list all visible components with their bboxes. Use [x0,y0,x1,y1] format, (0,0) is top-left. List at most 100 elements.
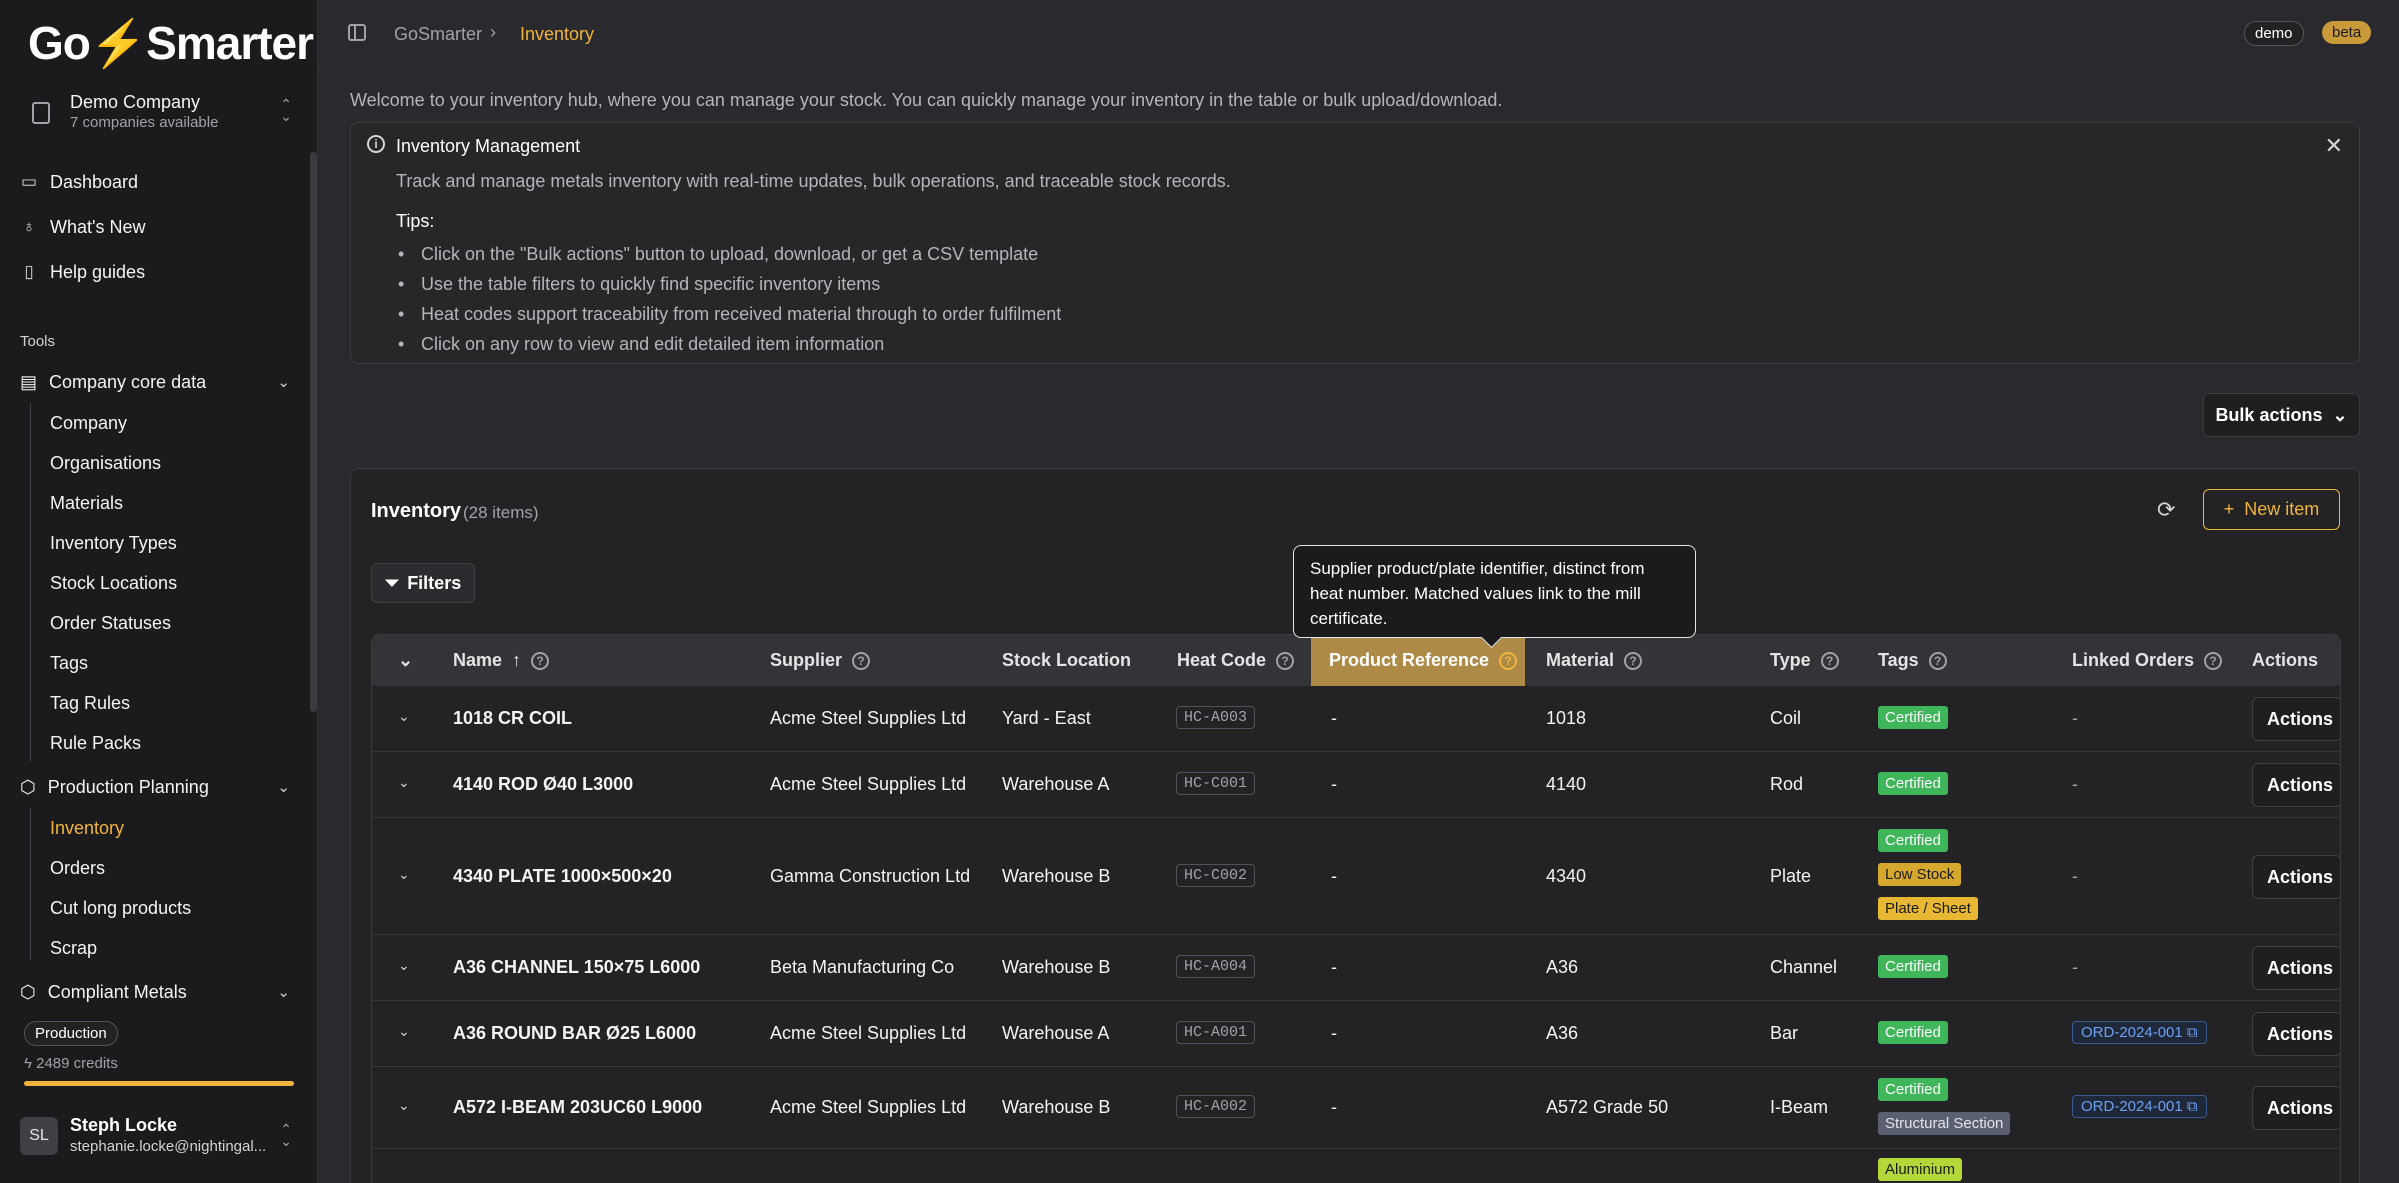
chevron-down-icon: ⌄ [277,374,290,391]
cell-product-ref: - [1331,1023,1337,1043]
sidebar-item-organisations[interactable]: Organisations [50,449,161,477]
close-icon[interactable]: ✕ [2325,133,2343,159]
cell-supplier: Gamma Construction Ltd [770,866,971,886]
alert-title: Inventory Management [396,136,581,156]
new-item-button[interactable]: + New item [2203,489,2340,530]
col-name[interactable]: Name ↑? [453,635,550,686]
group-compliant-metals[interactable]: ⬡ Compliant Metals ⌄ [20,974,290,1010]
col-type[interactable]: Type? [1770,635,1839,686]
row-actions-button[interactable]: Actions [2252,697,2340,741]
help-icon[interactable]: ? [1276,651,1295,670]
chevron-down-icon: ⌄ [2332,404,2348,425]
cell-type: Plate [1770,866,1812,886]
col-tags[interactable]: Tags? [1878,635,1947,686]
col-material[interactable]: Material? [1546,635,1643,686]
alert-description: Track and manage metals inventory with r… [396,171,1231,191]
tip-item: Heat codes support traceability from rec… [396,299,1061,329]
chevron-down-icon[interactable]: ⌄ [398,957,410,974]
table-row[interactable]: ⌄ A36 ROUND BAR Ø25 L6000 Acme Steel Sup… [372,1001,2340,1067]
sidebar-item-rule-packs[interactable]: Rule Packs [50,729,141,757]
filters-button[interactable]: ⏷ Filters [371,563,475,603]
heat-code-chip: HC-A004 [1176,955,1256,978]
group-company-core-data[interactable]: ▤ Company core data ⌄ [20,364,290,400]
row-actions-button[interactable]: Actions [2252,763,2340,807]
bulk-actions-button[interactable]: Bulk actions ⌄ [2203,393,2360,437]
user-menu[interactable]: SL Steph Locke stephanie.locke@nightinga… [20,1113,300,1161]
shield-icon: ⬡ [20,981,36,1002]
credits-bar [24,1081,294,1086]
tag-badge: Low Stock [1878,863,1962,886]
cube-icon: ⬡ [20,776,36,797]
cell-supplier: Acme Steel Supplies Ltd [770,774,967,794]
tag-badge: Structural Section [1878,1112,2011,1135]
chevron-down-icon: ⌄ [277,779,290,796]
table-row[interactable]: Aluminium [372,1149,2340,1183]
help-icon[interactable]: ? [852,651,871,670]
gosmarter-logo[interactable]: Go⚡Smarter [28,16,314,71]
chevrons-updown-icon: ⌃ ⌄ [280,96,292,124]
tag-badge: Certified [1878,1021,1948,1044]
sidebar-item-order-statuses[interactable]: Order Statuses [50,609,171,637]
nav-help-guides[interactable]: ▯ Help guides [20,254,145,290]
sidebar-scrollbar[interactable] [310,152,317,712]
cell-supplier: Acme Steel Supplies Ltd [770,708,967,728]
sidebar-item-orders[interactable]: Orders [50,854,105,882]
sidebar-item-tag-rules[interactable]: Tag Rules [50,689,130,717]
cell-material: A572 Grade 50 [1546,1097,1669,1117]
help-icon[interactable]: ? [1624,651,1643,670]
sidebar-item-stock-locations[interactable]: Stock Locations [50,569,177,597]
company-sub: 7 companies available [70,114,219,131]
group-production-planning[interactable]: ⬡ Production Planning ⌄ [20,769,290,805]
sidebar-item-tags[interactable]: Tags [50,649,88,677]
table-row[interactable]: ⌄ 4140 ROD Ø40 L3000 Acme Steel Supplies… [372,752,2340,818]
help-icon[interactable]: ? [531,651,550,670]
breadcrumb-root[interactable]: GoSmarter [394,24,482,45]
external-link-icon: ⧉ [2186,1024,2198,1041]
cell-supplier: Acme Steel Supplies Ltd [770,1097,967,1117]
col-linked-orders[interactable]: Linked Orders? [2072,635,2223,686]
table-row[interactable]: ⌄ A36 CHANNEL 150×75 L6000 Beta Manufact… [372,935,2340,1001]
chevron-down-icon[interactable]: ⌄ [398,1097,410,1114]
row-actions-button[interactable]: Actions [2252,1012,2340,1056]
col-heat-code[interactable]: Heat Code? [1177,635,1295,686]
tag-badge: Aluminium [1878,1158,1963,1181]
heat-code-chip: HC-A003 [1176,706,1256,729]
row-actions-button[interactable]: Actions [2252,1086,2340,1130]
arrow-up-icon: ↑ [512,650,522,670]
table-row[interactable]: ⌄ 4340 PLATE 1000×500×20 Gamma Construct… [372,818,2340,935]
nav-whats-new[interactable]: ♁ What's New [20,209,146,245]
table-row[interactable]: ⌄ 1018 CR COIL Acme Steel Supplies Ltd Y… [372,686,2340,752]
table-row[interactable]: ⌄ A572 I-BEAM 203UC60 L9000 Acme Steel S… [372,1067,2340,1149]
tip-item: Click on the "Bulk actions" button to up… [396,239,1061,269]
linked-order-chip[interactable]: ORD-2024-001 ⧉ [2072,1095,2207,1118]
cell-type: Coil [1770,708,1802,728]
col-supplier[interactable]: Supplier? [770,635,871,686]
help-icon[interactable]: ? [1499,651,1518,670]
chevron-down-icon[interactable]: ⌄ [398,866,410,883]
sidebar-toggle-icon[interactable] [348,24,366,41]
refresh-icon[interactable]: ⟳ [2157,497,2175,523]
expand-all-icon[interactable]: ⌄ [398,635,413,686]
product-reference-tooltip: Supplier product/plate identifier, disti… [1293,545,1696,638]
heat-code-chip: HC-A001 [1176,1021,1256,1044]
sidebar-item-inventory-types[interactable]: Inventory Types [50,529,177,557]
col-stock-location[interactable]: Stock Location [1002,635,1131,686]
sidebar-item-cut-long-products[interactable]: Cut long products [50,894,191,922]
help-icon[interactable]: ? [1820,651,1839,670]
building-icon [32,102,50,124]
chevron-down-icon[interactable]: ⌄ [398,1023,410,1040]
row-actions-button[interactable]: Actions [2252,855,2340,899]
help-icon[interactable]: ? [1928,651,1947,670]
linked-order-chip[interactable]: ORD-2024-001 ⧉ [2072,1021,2207,1044]
chevron-down-icon[interactable]: ⌄ [398,774,410,791]
sidebar-item-company[interactable]: Company [50,409,127,437]
company-switcher[interactable]: Demo Company 7 companies available ⌃ ⌄ [20,90,300,136]
row-actions-button[interactable]: Actions [2252,946,2340,990]
sidebar-item-materials[interactable]: Materials [50,489,123,517]
nav-dashboard[interactable]: ▭ Dashboard [20,164,138,200]
sidebar-item-inventory[interactable]: Inventory [50,814,124,842]
chevron-down-icon[interactable]: ⌄ [398,708,410,725]
sidebar-item-scrap[interactable]: Scrap [50,934,97,962]
cell-location: Yard - East [1002,708,1091,728]
help-icon[interactable]: ? [2204,651,2223,670]
